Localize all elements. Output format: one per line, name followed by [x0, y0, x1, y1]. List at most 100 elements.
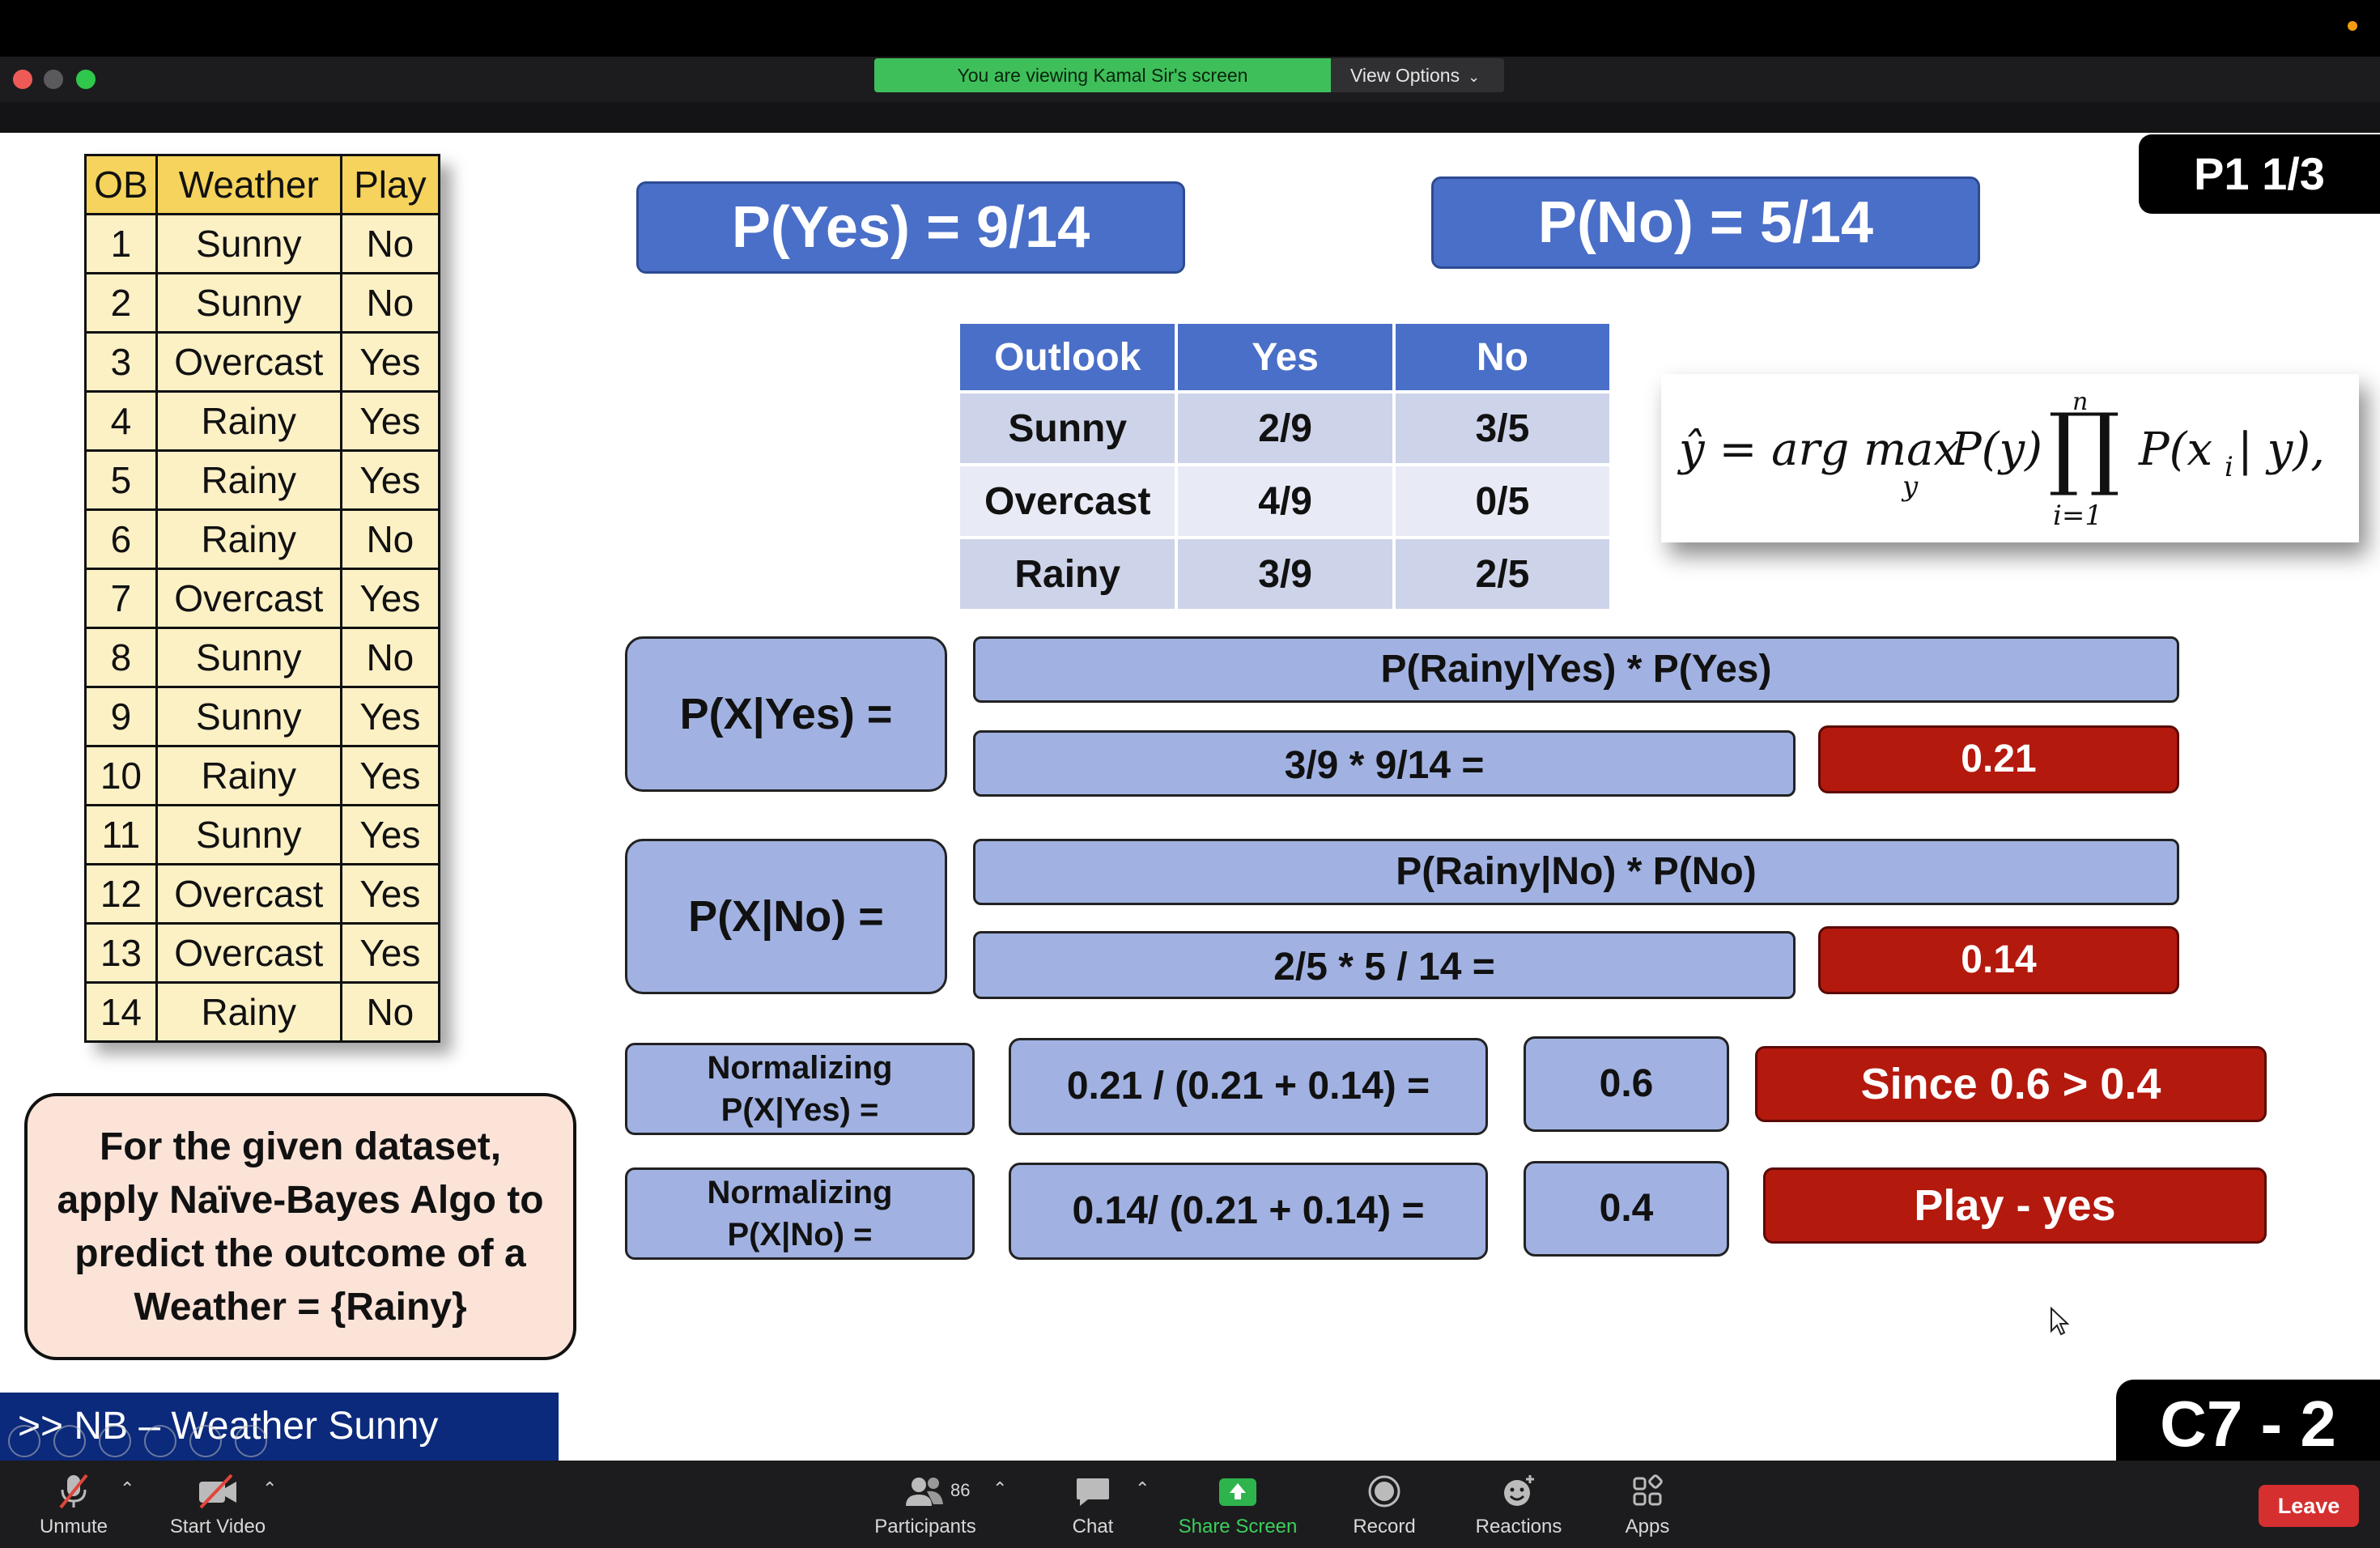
- column-header: Yes: [1178, 324, 1392, 390]
- close-window-button[interactable]: [13, 70, 32, 89]
- table-cell: 4/9: [1178, 466, 1392, 536]
- video-options-chevron-icon[interactable]: ⌃: [262, 1478, 277, 1499]
- table-cell: 3/9: [1178, 539, 1392, 609]
- table-row: 9 Sunny Yes: [84, 686, 441, 747]
- camera-off-icon: [199, 1474, 236, 1509]
- table-cell: 9: [84, 686, 158, 747]
- formula-term: P(x: [2138, 423, 2212, 476]
- weather-dataset-table: OB Weather Play 1 Sunny No 2 Sunny No 3 Overcas…: [84, 154, 441, 1043]
- record-button[interactable]: Record: [1344, 1467, 1425, 1545]
- table-cell: 12: [84, 863, 158, 925]
- normalizing-no-line1: Normalizing: [707, 1175, 893, 1210]
- apps-label: Apps: [1625, 1516, 1670, 1537]
- reactions-button[interactable]: Reactions: [1462, 1467, 1575, 1545]
- minimize-window-button[interactable]: [44, 70, 63, 89]
- px-no-result: 0.14: [1818, 926, 2179, 994]
- chat-options-chevron-icon[interactable]: ⌃: [1135, 1478, 1150, 1499]
- table-cell: Sunny: [155, 213, 342, 274]
- px-yes-result: 0.21: [1818, 725, 2179, 793]
- chat-button[interactable]: Chat: [1052, 1467, 1133, 1545]
- table-cell: Sunny: [155, 272, 342, 334]
- table-row: 7 Overcast Yes: [84, 568, 441, 629]
- naive-bayes-formula: ŷ = arg max y P(y) n ∏ i=1 P(x i | y),: [1661, 374, 2359, 542]
- table-cell: Yes: [339, 745, 441, 806]
- share-screen-button[interactable]: Share Screen: [1169, 1467, 1307, 1545]
- audio-options-chevron-icon[interactable]: ⌃: [120, 1478, 134, 1499]
- table-row: 12 Overcast Yes: [84, 863, 441, 925]
- chat-bubble-icon: [1077, 1478, 1109, 1506]
- zoom-icon[interactable]: [189, 1425, 222, 1457]
- record-label: Record: [1353, 1516, 1416, 1537]
- annotation-toolbar[interactable]: [8, 1425, 380, 1461]
- chat-label: Chat: [1072, 1516, 1114, 1537]
- table-cell: 8: [84, 627, 158, 688]
- view-options-button[interactable]: View Options ⌄: [1331, 58, 1504, 92]
- table-header-row: Outlook Yes No: [960, 324, 1609, 390]
- participants-options-chevron-icon[interactable]: ⌃: [992, 1478, 1007, 1499]
- table-cell: Yes: [339, 390, 441, 452]
- table-row: 1 Sunny No: [84, 213, 441, 274]
- table-cell: Sunny: [155, 804, 342, 865]
- table-cell: Yes: [339, 686, 441, 747]
- table-cell: Rainy: [155, 449, 342, 511]
- apps-icon: [1633, 1474, 1663, 1506]
- table-header-row: OB Weather Play: [84, 154, 441, 215]
- maximize-window-button[interactable]: [76, 70, 96, 89]
- normalizing-yes-line1: Normalizing: [707, 1050, 893, 1086]
- table-cell: 0/5: [1395, 466, 1609, 536]
- formula-prod-bottom: i=1: [2053, 500, 2102, 532]
- share-border: [0, 102, 2380, 133]
- table-row: 10 Rainy Yes: [84, 745, 441, 806]
- column-header: OB: [84, 154, 158, 215]
- more-icon[interactable]: [235, 1425, 267, 1457]
- table-row: 2 Sunny No: [84, 272, 441, 334]
- smiley-plus-icon: [1504, 1475, 1534, 1506]
- table-cell: Yes: [339, 331, 441, 393]
- pen-icon[interactable]: [99, 1425, 131, 1457]
- table-row: 3 Overcast Yes: [84, 331, 441, 393]
- table-row: Overcast 4/9 0/5: [960, 466, 1609, 536]
- leave-button[interactable]: Leave: [2259, 1485, 2359, 1527]
- table-row: Sunny 2/9 3/5: [960, 393, 1609, 463]
- reactions-label: Reactions: [1475, 1516, 1562, 1537]
- table-cell: Rainy: [155, 508, 342, 570]
- px-no-label: P(X|No) =: [625, 839, 947, 994]
- participants-count-badge: 86: [950, 1480, 971, 1500]
- record-icon: [1368, 1475, 1400, 1508]
- comparison-conclusion: Since 0.6 > 0.4: [1755, 1046, 2267, 1122]
- table-cell: Rainy: [155, 981, 342, 1043]
- copy-icon[interactable]: [144, 1425, 176, 1457]
- column-header: Play: [339, 154, 441, 215]
- table-cell: Sunny: [155, 686, 342, 747]
- next-icon[interactable]: [53, 1425, 86, 1457]
- apps-button[interactable]: Apps: [1611, 1467, 1684, 1545]
- share-screen-label: Share Screen: [1178, 1516, 1298, 1537]
- table-cell: Yes: [339, 804, 441, 865]
- table-cell: Yes: [339, 922, 441, 984]
- table-cell: 3/5: [1395, 393, 1609, 463]
- column-header: No: [1395, 324, 1609, 390]
- participants-button[interactable]: Participants: [866, 1467, 984, 1545]
- unmute-button[interactable]: Unmute: [24, 1467, 123, 1545]
- start-video-button[interactable]: Start Video: [159, 1467, 277, 1545]
- table-cell: 2/9: [1178, 393, 1392, 463]
- task-line: For the given dataset,: [99, 1125, 502, 1168]
- table-row: 8 Sunny No: [84, 627, 441, 688]
- task-line: Weather = {Rainy}: [134, 1286, 467, 1329]
- table-row: 11 Sunny Yes: [84, 804, 441, 865]
- previous-icon[interactable]: [8, 1425, 40, 1457]
- table-cell: 10: [84, 745, 158, 806]
- normalizing-yes-value: 0.6: [1524, 1036, 1729, 1132]
- table-cell: 4: [84, 390, 158, 452]
- column-header: Outlook: [960, 324, 1175, 390]
- px-no-calculation: 2/5 * 5 / 14 =: [973, 931, 1796, 999]
- outlook-likelihood-table: Outlook Yes No Sunny 2/9 3/5 Overcast 4/9 0/5…: [957, 321, 1613, 612]
- formula-term-sub: i: [2225, 451, 2233, 483]
- table-cell: Sunny: [960, 393, 1175, 463]
- table-cell: No: [339, 981, 441, 1043]
- table-cell: Overcast: [155, 922, 342, 984]
- participants-label: Participants: [874, 1516, 976, 1537]
- px-yes-label: P(X|Yes) =: [625, 636, 947, 792]
- table-cell: 6: [84, 508, 158, 570]
- table-row: Rainy 3/9 2/5: [960, 539, 1609, 609]
